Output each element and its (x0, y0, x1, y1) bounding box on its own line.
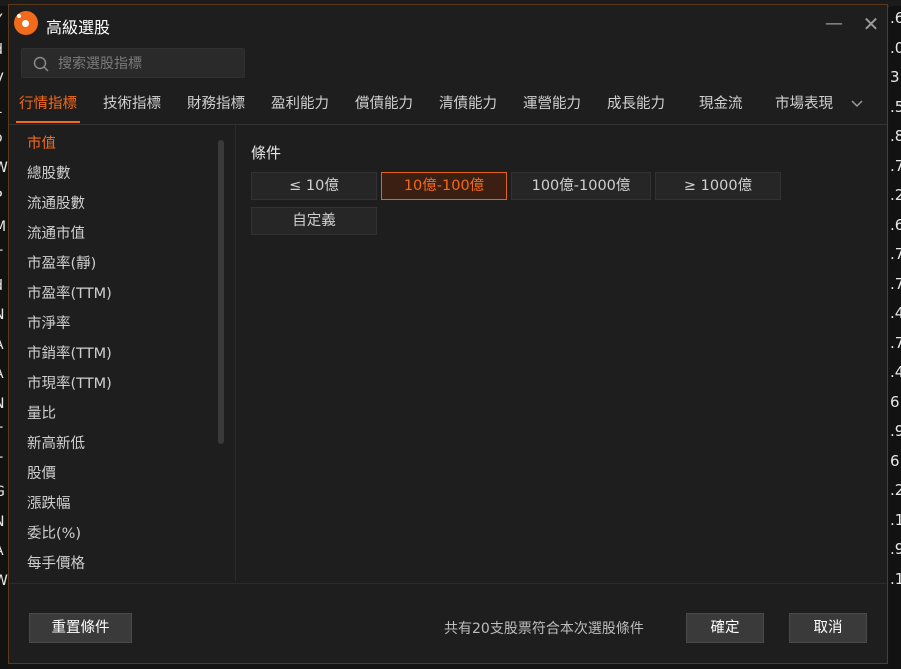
bg-cell: N (0, 508, 8, 538)
sidebar-item-market-cap[interactable]: 市值 (27, 129, 56, 159)
bg-cell: .2 (890, 186, 901, 204)
bg-cell: .6 (890, 215, 901, 234)
bg-cell: .2 (890, 481, 901, 499)
bg-cell: W (0, 572, 8, 589)
bg-cell: .1 (890, 569, 901, 588)
bg-cell: o (0, 124, 8, 154)
option-10b-100b[interactable]: 100億-1000億 (511, 172, 651, 200)
bg-cell: .1 (890, 510, 901, 529)
option-over-100b[interactable]: ≥ 1000億 (655, 172, 781, 200)
bg-cell: .7 (890, 245, 901, 263)
bg-cell: T (0, 242, 8, 272)
bg-cell: A (0, 331, 8, 361)
app-logo-icon (14, 11, 38, 35)
tab-debt-clearing[interactable]: 清債能力 (439, 88, 497, 123)
footer-divider (9, 583, 887, 584)
sidebar-item-pcf-ttm[interactable]: 市現率(TTM) (27, 369, 112, 399)
sidebar-item-total-shares[interactable]: 總股數 (27, 159, 71, 189)
bg-cell: d (0, 36, 8, 66)
bg-cell: 3 (890, 68, 900, 86)
bg-cell: M (0, 218, 7, 235)
conditions-title: 條件 (251, 144, 282, 162)
bg-cell: T (0, 419, 8, 449)
minimize-button[interactable]: — (822, 12, 846, 36)
sidebar-item-pb[interactable]: 市淨率 (27, 309, 71, 339)
sidebar-item-float-shares[interactable]: 流通股數 (27, 189, 85, 219)
search-box (21, 48, 245, 79)
sidebar-item-lot-price[interactable]: 每手價格 (27, 549, 85, 579)
tab-market-indicators[interactable]: 行情指標 (16, 88, 80, 123)
dialog-title: 高級選股 (46, 18, 111, 37)
advanced-stock-screener-dialog: 高級選股 — ✕ 行情指標 技術指標 財務指標 盈利能力 償債能力 清債能力 運… (8, 4, 888, 664)
bg-cell: .4 (890, 363, 901, 381)
sidebar-item-new-high-low[interactable]: 新高新低 (27, 429, 85, 459)
sidebar-item-pe-static[interactable]: 市盈率(靜) (27, 249, 96, 279)
bg-cell: .9 (890, 540, 901, 558)
tab-operating-capability[interactable]: 運營能力 (523, 88, 581, 123)
tab-technical-indicators[interactable]: 技術指標 (103, 88, 161, 123)
bg-cell: A (0, 537, 8, 567)
tab-market-performance[interactable]: 市場表現 (775, 88, 833, 123)
indicator-tabs: 行情指標 技術指標 財務指標 盈利能力 償債能力 清債能力 運營能力 成長能力 … (9, 88, 887, 125)
bg-cell: N (0, 301, 8, 331)
bg-cell: .8 (890, 127, 901, 145)
tab-growth-capability[interactable]: 成長能力 (607, 88, 665, 123)
option-1b-10b[interactable]: 10億-100億 (381, 172, 507, 200)
bg-cell: d (0, 272, 8, 302)
bg-cell: 6 (890, 451, 900, 470)
sidebar-item-pe-ttm[interactable]: 市盈率(TTM) (27, 279, 112, 309)
bg-cell: V (0, 65, 8, 95)
bg-cell: .6 (890, 9, 901, 27)
bg-cell: T (0, 449, 8, 479)
bg-cell: .7 (890, 274, 901, 293)
tab-financial-indicators[interactable]: 財務指標 (187, 88, 245, 123)
sidebar-item-change-pct[interactable]: 漲跌幅 (27, 489, 71, 519)
bg-cell: Y (0, 6, 8, 36)
title-bar[interactable]: 高級選股 — ✕ (9, 5, 887, 43)
bg-cell: .9 (890, 422, 901, 440)
bg-cell: W (0, 159, 8, 176)
sidebar-item-order-ratio[interactable]: 委比(%) (27, 519, 81, 549)
bg-cell: .5 (890, 97, 901, 116)
bg-cell: .4 (890, 304, 901, 322)
search-input[interactable] (56, 49, 240, 79)
sidebar-item-float-market-cap[interactable]: 流通市值 (27, 219, 85, 249)
bg-cell: .7 (890, 333, 901, 352)
sidebar-item-price[interactable]: 股價 (27, 459, 56, 489)
cancel-button[interactable]: 取消 (789, 613, 867, 643)
bg-cell: P (0, 183, 8, 213)
background-table-right-column: .6 .0 3 .5 .8 .7 .2 .6 .7 .7 .4 .7 .4 6 … (889, 6, 901, 669)
search-icon (33, 56, 49, 72)
indicator-list: 市值 總股數 流通股數 流通市值 市盈率(靜) 市盈率(TTM) 市淨率 市銷率… (9, 125, 236, 581)
bg-cell: .7 (890, 156, 901, 175)
bg-cell: G (0, 478, 8, 508)
match-count-status: 共有20支股票符合本次選股條件 (444, 621, 644, 637)
option-custom[interactable]: 自定義 (251, 207, 377, 235)
sidebar-item-volume-ratio[interactable]: 量比 (27, 399, 56, 429)
tab-cash-flow[interactable]: 現金流 (699, 88, 743, 123)
tab-profitability[interactable]: 盈利能力 (271, 88, 329, 123)
tab-solvency[interactable]: 償債能力 (355, 88, 413, 123)
bg-cell: 6 (890, 392, 900, 411)
bg-cell: N (0, 390, 8, 420)
background-table-left-column: Y d V 1 o W P M T d N A A N T T G N A W (0, 6, 8, 669)
reset-conditions-button[interactable]: 重置條件 (29, 613, 132, 643)
close-button[interactable]: ✕ (859, 12, 883, 36)
sidebar-item-ps-ttm[interactable]: 市銷率(TTM) (27, 339, 112, 369)
bg-cell: 1 (0, 95, 8, 125)
bg-cell: A (0, 360, 8, 390)
confirm-button[interactable]: 確定 (686, 613, 764, 643)
sidebar-scrollbar[interactable] (218, 140, 224, 444)
bg-cell: .0 (890, 38, 901, 57)
chevron-down-icon[interactable] (849, 96, 865, 112)
option-under-1b[interactable]: ≤ 10億 (251, 172, 377, 200)
